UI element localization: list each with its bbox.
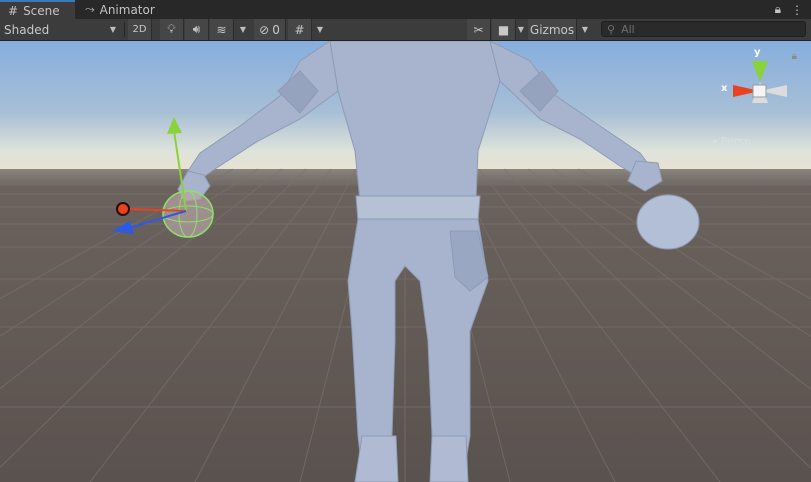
toggle-2d-button[interactable]: 2D: [128, 19, 152, 40]
grid-icon: #: [294, 22, 305, 37]
chevron-down-icon: ▼: [316, 25, 324, 34]
projection-toggle[interactable]: ◂ Persp: [712, 135, 751, 148]
orient-x-label: x: [721, 83, 728, 94]
camera-dropdown[interactable]: ▼: [515, 19, 527, 40]
toggle-2d-label: 2D: [132, 24, 147, 35]
scene-viewport[interactable]: y x 🔒︎ ◂ Persp: [0, 41, 811, 482]
camera-button[interactable]: ■: [492, 19, 516, 40]
animator-branch-icon: ⤳: [85, 2, 95, 16]
orient-y-label: y: [754, 47, 761, 58]
gizmos-label: Gizmos: [529, 22, 575, 37]
draw-mode-dropdown[interactable]: Shaded ▼: [0, 19, 120, 40]
chevron-down-icon: ▼: [517, 25, 525, 34]
draw-mode-label: Shaded: [4, 22, 50, 37]
hidden-count: 0: [272, 22, 280, 37]
effects-dropdown[interactable]: ▼: [235, 19, 251, 40]
scene-render: [0, 41, 811, 482]
scene-toolbar: Shaded ▼ 2D 💡︎ 🔊︎ ≋ ▼ ⊘ 0 # ▼ ✂ ■ ▼ Gizm…: [0, 19, 811, 41]
toolbar-divider: [124, 22, 125, 37]
lightbulb-icon: 💡︎: [167, 22, 176, 36]
speaker-icon: 🔊︎: [192, 22, 201, 36]
tools-button[interactable]: ✂: [467, 19, 491, 40]
selected-sphere[interactable]: [162, 190, 214, 238]
projection-label: Persp: [720, 135, 751, 148]
audio-toggle-button[interactable]: 🔊︎: [185, 19, 209, 40]
tools-icon: ✂: [473, 22, 484, 37]
view-lock-icon[interactable]: 🔒︎: [792, 51, 797, 62]
chevron-down-icon: ▼: [239, 25, 247, 34]
chevron-down-icon: ▼: [581, 25, 589, 34]
tab-scene[interactable]: # Scene: [0, 0, 75, 19]
scene-visibility-button[interactable]: ⊘ 0: [254, 19, 286, 40]
layers-icon: ≋: [216, 22, 227, 37]
lock-icon[interactable]: 🔒︎: [775, 2, 781, 17]
tab-animator-label: Animator: [99, 2, 155, 17]
tab-bar-controls: 🔒︎ ⋮: [775, 0, 803, 19]
effects-toggle-button[interactable]: ≋: [210, 19, 234, 40]
more-options-icon[interactable]: ⋮: [791, 3, 803, 17]
tab-scene-label: Scene: [23, 3, 60, 18]
gizmos-dropdown[interactable]: ▼: [577, 19, 593, 40]
chevron-down-icon: ▼: [109, 25, 116, 34]
camera-icon: ■: [497, 22, 510, 37]
eye-slash-icon: ⊘: [259, 22, 270, 37]
tab-animator[interactable]: ⤳ Animator: [77, 0, 163, 19]
tab-bar: # Scene ⤳ Animator 🔒︎ ⋮: [0, 0, 811, 19]
search-icon: ⚲: [607, 22, 616, 36]
chevron-left-icon: ◂: [712, 136, 717, 147]
search-input[interactable]: ⚲ All: [601, 21, 806, 37]
hash-grid-icon: #: [8, 3, 19, 18]
grid-dropdown[interactable]: ▼: [312, 19, 328, 40]
orient-center-cube[interactable]: [752, 84, 767, 98]
gizmos-button[interactable]: Gizmos: [528, 19, 577, 40]
right-hand-sphere: [636, 194, 700, 250]
gizmo-x-handle[interactable]: [116, 202, 130, 216]
lighting-toggle-button[interactable]: 💡︎: [160, 19, 184, 40]
grid-toggle-button[interactable]: #: [288, 19, 312, 40]
search-placeholder: All: [621, 22, 635, 36]
